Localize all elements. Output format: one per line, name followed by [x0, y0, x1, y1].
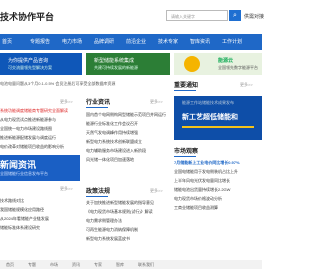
industry-more-link[interactable]: 更多>> [150, 99, 163, 105]
site-brand[interactable]: 技术协作平台 [0, 10, 54, 23]
search-input[interactable]: 请输入关键字 [166, 10, 228, 21]
top-bar: 技术协作平台 请输入关键字 ⌕ 供需对接 [0, 0, 264, 32]
list-item[interactable]: 电力需求侧管理办法 [86, 216, 170, 225]
list-item[interactable]: 能源行业标准化工作会议召开 [86, 119, 170, 128]
list-item[interactable]: 储能电池出货量持续增长2.2GW [174, 185, 262, 194]
list-item[interactable]: 新型电力系统发展蓝皮书 [86, 234, 170, 243]
promo-banner[interactable]: 新闻资讯 全国储能行业信息发布平台 [0, 155, 80, 181]
policy-heading: 政策法规 [86, 186, 110, 197]
list-item[interactable]: 工商业储能项目收益测算 [174, 203, 262, 212]
policy-list: 关于加快推进新型储能发展的指导意见 《电力现货市场基本规则(试行)》解读 电力需… [86, 198, 170, 243]
left-bottom-list: 技术路线对比 我国储能规模化应用路径 从2024年看储能产业链发展 储能标准体系… [0, 196, 80, 232]
banner-storage[interactable]: 新型储能系统集成 共建可持续发展的新能源 [86, 53, 170, 75]
list-item[interactable]: 新型电力系统技术创新联盟成立 [86, 137, 170, 146]
banner-title: 新型储能系统集成 [94, 58, 135, 64]
market-list: 7月储能新上工业电价同比增长0.97% 全国电储能用于发电侧装机占比上升 上半年… [174, 158, 262, 212]
banner-consult[interactable]: 为你提供产品咨询 可交流量领先型解决方案 [0, 53, 82, 75]
list-item[interactable]: 电力现货市场价格波动分析 [174, 194, 262, 203]
nav-item-home[interactable]: 首页 [2, 34, 12, 50]
announce-more-link[interactable]: 更多>> [240, 82, 253, 88]
list-item[interactable]: 全国电储能用于发电侧装机占比上升 [174, 167, 262, 176]
list-item[interactable]: 电力辅助服务市场建设进入新阶段 [86, 146, 170, 155]
supply-demand-link[interactable]: 供需对接 [244, 13, 264, 20]
left-more-link[interactable]: 更多>> [60, 99, 73, 105]
footer-link[interactable]: 智库 [116, 260, 124, 269]
nav-item-experts[interactable]: 技术专家 [158, 34, 178, 50]
nav-item-thinktank[interactable]: 智库资讯 [190, 34, 210, 50]
footer-link[interactable]: 市场 [50, 260, 58, 269]
list-item[interactable]: 7月储能新上工业电价同比增长0.97% [174, 158, 262, 167]
banner-energy-cloud[interactable]: 能源云 全国领先数字能源平台 [174, 53, 262, 75]
list-item[interactable]: 推进新能源配储发展与调度运行 [0, 133, 80, 142]
list-item[interactable]: 技术路线对比 [0, 196, 80, 205]
policy-more-link[interactable]: 更多>> [150, 188, 163, 194]
list-item[interactable]: 风光储一体化项目加速落地 [86, 155, 170, 164]
list-item[interactable]: 上半年风电光伏发电量同比增长 [174, 176, 262, 185]
list-item[interactable]: 国内首个电网侧构网型储能示范项目并网运行 [86, 110, 170, 119]
list-item[interactable]: 关于加快推进新型储能发展的指导意见 [86, 198, 170, 207]
footer-link[interactable]: 首页 [6, 260, 14, 269]
market-heading: 市场观察 [174, 146, 198, 157]
promo-title: 新闻资讯 [0, 160, 37, 170]
list-item[interactable]: 天然气发电调峰作用持续增强 [86, 128, 170, 137]
footer-link[interactable]: 专题 [28, 260, 36, 269]
list-item[interactable]: 储能标准体系建设研究 [0, 223, 80, 232]
footer-links: 首页 专题 市场 资讯 专家 智库 联系我们 [0, 260, 262, 269]
banner-subtitle: 共建可持续发展的新能源 [94, 65, 138, 70]
banner-title: 为你提供产品咨询 [8, 58, 49, 64]
nav-item-plan[interactable]: 工作计划 [222, 34, 242, 50]
banner-subtitle: 全国领先数字能源平台 [218, 65, 258, 70]
left-top-list: 系统功能调度储能商专题研究全面解读 从电力现货试点推进新能源参与 全国统一电力市… [0, 106, 80, 151]
search-icon: ⌕ [233, 12, 237, 19]
footer-link[interactable]: 资讯 [72, 260, 80, 269]
main-nav: 首页 专题报告 电力市场 品牌调研 前沿企业 技术专家 智库资讯 工作计划 [0, 34, 262, 50]
left-bottom-more-link[interactable]: 更多>> [60, 186, 73, 192]
feature-panel-subtitle: 能源工作站储能技术成果发布 [182, 100, 234, 105]
footer-link[interactable]: 专家 [94, 260, 102, 269]
energy-cloud-logo-icon [184, 56, 200, 72]
feature-panel[interactable]: 能源工作站储能技术成果发布 新工艺超低储能和 [174, 96, 262, 140]
nav-item-brand[interactable]: 品牌调研 [94, 34, 114, 50]
industry-news-list: 国内首个电网侧构网型储能示范项目并网运行 能源行业标准化工作会议召开 天然气发电… [86, 110, 170, 164]
list-item[interactable]: 《电力现货市场基本规则(试行)》解读 [86, 207, 170, 216]
nav-item-market[interactable]: 电力市场 [62, 34, 82, 50]
nav-item-reports[interactable]: 专题报告 [30, 34, 50, 50]
footer-link[interactable]: 联系我们 [138, 260, 154, 269]
list-item[interactable]: 从2024年看储能产业链发展 [0, 214, 80, 223]
banner-row: 为你提供产品咨询 可交流量领先型解决方案 新型储能系统集成 共建可持续发展的新能… [0, 53, 262, 75]
notice-ticker[interactable]: 电池电量问题从3个月0.1-0.5% 会员注册后可享受全部数据库资源 [0, 80, 170, 88]
banner-subtitle: 可交流量领先型解决方案 [8, 65, 52, 70]
list-item[interactable]: 全国统一电力市场建设路线图 [0, 124, 80, 133]
announce-heading: 重要通知 [174, 80, 198, 91]
list-item[interactable]: 电价改革对储能项目收益的影响分析 [0, 142, 80, 151]
banner-title: 能源云 [218, 58, 234, 64]
list-item[interactable]: 可再生能源电力消纳保障机制 [86, 225, 170, 234]
list-item[interactable]: 从电力现货试点推进新能源参与 [0, 115, 80, 124]
list-item[interactable]: 我国储能规模化应用路径 [0, 205, 80, 214]
promo-subtitle: 全国储能行业信息发布平台 [0, 171, 48, 176]
list-item[interactable]: 系统功能调度储能商专题研究全面解读 [0, 106, 80, 115]
search-button[interactable]: ⌕ [229, 10, 241, 21]
industry-news-heading: 行业资讯 [86, 97, 110, 108]
feature-panel-title: 新工艺超低储能和 [182, 114, 238, 121]
feature-panel-accent [182, 126, 254, 128]
nav-item-companies[interactable]: 前沿企业 [126, 34, 146, 50]
